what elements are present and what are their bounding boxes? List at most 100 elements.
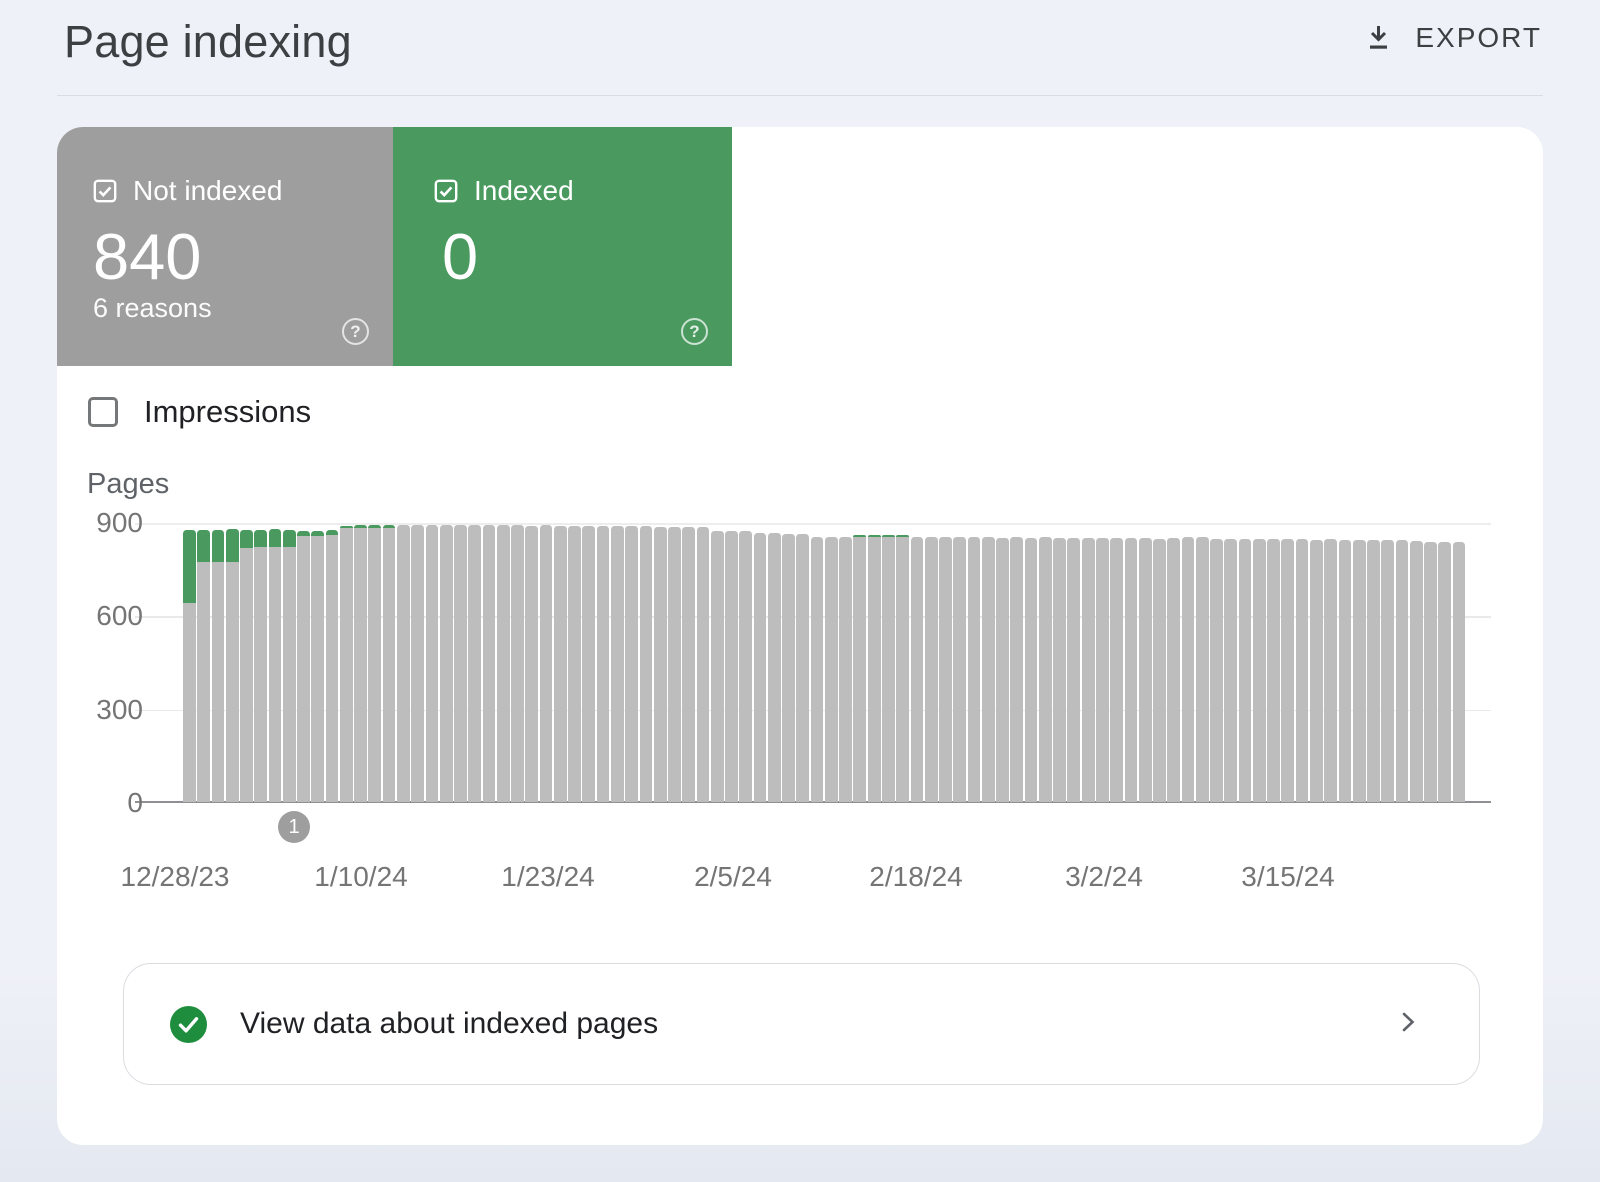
bar[interactable] xyxy=(682,527,695,802)
impressions-toggle[interactable]: Impressions xyxy=(88,394,311,430)
bar[interactable] xyxy=(739,531,752,802)
bar[interactable] xyxy=(1310,540,1323,802)
bar[interactable] xyxy=(725,531,738,802)
bar[interactable] xyxy=(1324,539,1337,802)
bar[interactable] xyxy=(1424,542,1437,802)
bar[interactable] xyxy=(1096,538,1109,802)
bar[interactable] xyxy=(340,526,353,802)
bar[interactable] xyxy=(326,530,339,802)
bar[interactable] xyxy=(982,537,995,802)
bar[interactable] xyxy=(1267,539,1280,802)
bar[interactable] xyxy=(525,526,538,802)
bar[interactable] xyxy=(468,525,481,802)
bar[interactable] xyxy=(911,537,924,802)
bar[interactable] xyxy=(968,537,981,802)
bar[interactable] xyxy=(925,537,938,802)
bar[interactable] xyxy=(1053,538,1066,802)
bar[interactable] xyxy=(1367,540,1380,802)
bar[interactable] xyxy=(240,530,253,802)
bar[interactable] xyxy=(953,537,966,802)
bar[interactable] xyxy=(411,525,424,802)
bar[interactable] xyxy=(1153,539,1166,803)
bar[interactable] xyxy=(1025,538,1038,802)
bar[interactable] xyxy=(297,531,310,802)
bar[interactable] xyxy=(354,525,367,802)
bar[interactable] xyxy=(1110,538,1123,802)
export-button[interactable]: EXPORT xyxy=(1364,14,1542,62)
bar[interactable] xyxy=(939,537,952,802)
bar[interactable] xyxy=(1438,542,1451,802)
bar[interactable] xyxy=(283,530,296,802)
bar[interactable] xyxy=(611,526,624,802)
bar[interactable] xyxy=(1039,537,1052,802)
bar[interactable] xyxy=(311,531,324,802)
bar[interactable] xyxy=(568,526,581,802)
bar[interactable] xyxy=(483,525,496,802)
bar[interactable] xyxy=(1353,540,1366,802)
bar[interactable] xyxy=(640,526,653,802)
bar[interactable] xyxy=(1339,540,1352,802)
bar[interactable] xyxy=(1296,539,1309,802)
bar[interactable] xyxy=(582,526,595,802)
indexed-chip[interactable]: Indexed 0 xyxy=(393,127,732,366)
bar[interactable] xyxy=(882,535,895,802)
bar[interactable] xyxy=(668,527,681,802)
bar[interactable] xyxy=(868,535,881,802)
bar[interactable] xyxy=(454,525,467,802)
bar[interactable] xyxy=(1239,539,1252,802)
annotation-badge[interactable]: 1 xyxy=(278,811,310,843)
bar[interactable] xyxy=(782,534,795,802)
bar[interactable] xyxy=(1196,537,1209,802)
bar[interactable] xyxy=(654,527,667,802)
bar[interactable] xyxy=(768,533,781,802)
unchecked-checkbox-icon[interactable] xyxy=(88,397,118,427)
bar[interactable] xyxy=(440,525,453,802)
bar[interactable] xyxy=(383,525,396,802)
bar[interactable] xyxy=(839,537,852,802)
bar[interactable] xyxy=(183,530,196,802)
bar[interactable] xyxy=(554,526,567,802)
help-icon[interactable] xyxy=(681,318,708,345)
bar[interactable] xyxy=(1281,539,1294,802)
bar[interactable] xyxy=(796,534,809,802)
bar[interactable] xyxy=(1010,537,1023,802)
bar[interactable] xyxy=(1067,538,1080,802)
bar[interactable] xyxy=(197,530,210,802)
view-indexed-data-link[interactable]: View data about indexed pages xyxy=(123,963,1480,1085)
bar[interactable] xyxy=(625,526,638,802)
bar[interactable] xyxy=(212,530,225,802)
bar[interactable] xyxy=(497,525,510,802)
checked-checkbox-icon[interactable] xyxy=(92,178,118,204)
bar[interactable] xyxy=(1125,538,1138,802)
bar[interactable] xyxy=(896,535,909,802)
bar[interactable] xyxy=(1410,541,1423,802)
bar[interactable] xyxy=(1167,538,1180,802)
bar[interactable] xyxy=(1210,539,1223,802)
bar[interactable] xyxy=(996,538,1009,802)
bar[interactable] xyxy=(697,527,710,802)
bar[interactable] xyxy=(1396,540,1409,802)
bar[interactable] xyxy=(1224,539,1237,802)
bar[interactable] xyxy=(1139,538,1152,802)
bar[interactable] xyxy=(1453,542,1466,802)
not-indexed-chip[interactable]: Not indexed 840 6 reasons xyxy=(57,127,393,366)
bar[interactable] xyxy=(226,529,239,802)
bar[interactable] xyxy=(711,531,724,802)
bar[interactable] xyxy=(397,525,410,802)
bar[interactable] xyxy=(511,525,524,802)
bar[interactable] xyxy=(853,535,866,802)
bar[interactable] xyxy=(1253,539,1266,802)
bar[interactable] xyxy=(1182,537,1195,802)
bar[interactable] xyxy=(754,533,767,802)
checked-checkbox-icon[interactable] xyxy=(433,178,459,204)
bar[interactable] xyxy=(368,525,381,802)
help-icon[interactable] xyxy=(342,318,369,345)
bar[interactable] xyxy=(811,537,824,802)
bar[interactable] xyxy=(597,526,610,802)
bar[interactable] xyxy=(426,525,439,802)
bar[interactable] xyxy=(825,537,838,802)
bar[interactable] xyxy=(269,529,282,802)
bar[interactable] xyxy=(1381,540,1394,802)
bar[interactable] xyxy=(1082,538,1095,802)
bar[interactable] xyxy=(254,530,267,802)
